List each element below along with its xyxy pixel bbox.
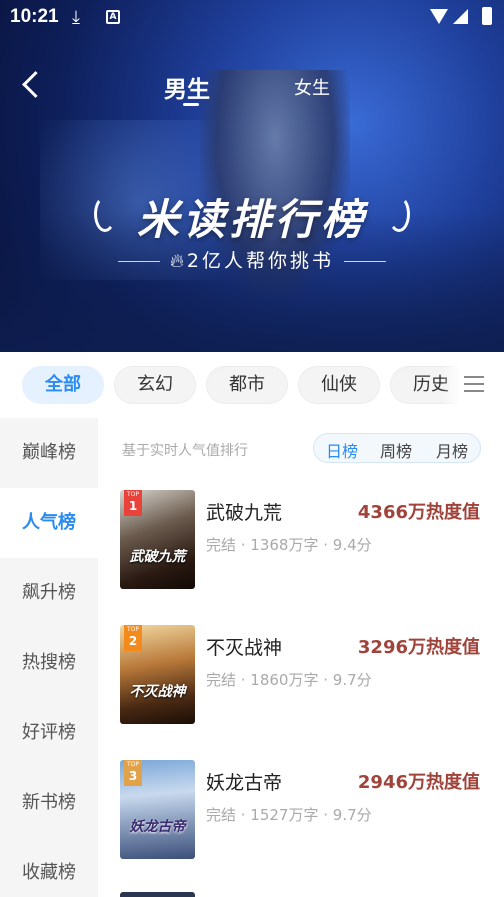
ranking-hint: 基于实时人气值排行 bbox=[122, 443, 248, 459]
subtitle-line-right bbox=[344, 261, 387, 262]
book-heat: 2946万热度值 bbox=[357, 772, 480, 793]
book-cover[interactable]: TOP 3 妖龙古帝 bbox=[120, 760, 195, 859]
book-heat: 3296万热度值 bbox=[357, 637, 480, 658]
back-arrow-icon[interactable] bbox=[18, 70, 46, 100]
sidebar-item-favorites[interactable]: 收藏榜 bbox=[0, 838, 98, 897]
signal-icon bbox=[453, 9, 468, 24]
banner: 10:21 ⤓ A 男生 女生 米读排行榜 🔥︎2亿人帮你挑书 bbox=[0, 0, 504, 352]
book-title[interactable]: 妖龙古帝 bbox=[206, 768, 282, 795]
status-time: 10:21 bbox=[10, 6, 59, 27]
book-meta: 完结 · 1368万字 · 9.4分 bbox=[206, 536, 372, 554]
rank-badge: TOP 1 bbox=[124, 490, 142, 516]
cover-title: 妖龙古帝 bbox=[129, 819, 186, 835]
cover-title: 不灭战神 bbox=[129, 684, 186, 700]
tab-male-underline bbox=[183, 103, 199, 106]
book-cover-peek bbox=[120, 892, 195, 897]
battery-icon bbox=[482, 7, 492, 25]
category-chips: 全部 玄幻 都市 仙侠 历史 bbox=[0, 352, 504, 418]
period-daily[interactable]: 日榜 bbox=[326, 438, 358, 462]
rank-badge: TOP 3 bbox=[124, 760, 142, 786]
book-meta: 完结 · 1527万字 · 9.7分 bbox=[206, 806, 372, 824]
sidebar-item-popular[interactable]: 人气榜 bbox=[0, 488, 98, 558]
rank-badge: TOP 2 bbox=[124, 625, 142, 651]
flame-icon: 🔥︎ bbox=[169, 250, 187, 272]
period-monthly[interactable]: 月榜 bbox=[436, 438, 468, 462]
book-item[interactable]: TOP 1 武破九荒 武破九荒 4366万热度值 完结 · 1368万字 · 9.… bbox=[120, 490, 500, 590]
sidebar-item-top-rated[interactable]: 好评榜 bbox=[0, 698, 98, 768]
sidebar-item-rising[interactable]: 飙升榜 bbox=[0, 558, 98, 628]
period-switch: 日榜 周榜 月榜 bbox=[313, 433, 481, 463]
period-weekly[interactable]: 周榜 bbox=[380, 438, 412, 462]
book-item[interactable]: TOP 3 妖龙古帝 妖龙古帝 2946万热度值 完结 · 1527万字 · 9.… bbox=[120, 760, 500, 860]
notification-a-icon: A bbox=[106, 10, 120, 24]
chip-all[interactable]: 全部 bbox=[22, 366, 104, 404]
menu-icon[interactable] bbox=[464, 376, 484, 392]
book-title[interactable]: 不灭战神 bbox=[206, 633, 282, 660]
book-meta: 完结 · 1860万字 · 9.7分 bbox=[206, 671, 372, 689]
ranking-list: 基于实时人气值排行 日榜 周榜 月榜 TOP 1 武破九荒 武破九荒 4366万热… bbox=[98, 418, 504, 897]
cover-title: 武破九荒 bbox=[129, 549, 186, 565]
book-item[interactable]: TOP 2 不灭战神 不灭战神 3296万热度值 完结 · 1860万字 · 9.… bbox=[120, 625, 500, 725]
book-title[interactable]: 武破九荒 bbox=[206, 498, 282, 525]
book-cover[interactable]: TOP 1 武破九荒 bbox=[120, 490, 195, 589]
sidebar-item-new-books[interactable]: 新书榜 bbox=[0, 768, 98, 838]
book-heat: 4366万热度值 bbox=[357, 502, 480, 523]
ranking-sidebar: 巅峰榜 人气榜 飙升榜 热搜榜 好评榜 新书榜 收藏榜 bbox=[0, 418, 98, 897]
sidebar-item-peak[interactable]: 巅峰榜 bbox=[0, 418, 98, 488]
laurel-right-icon bbox=[388, 196, 410, 232]
tab-female[interactable]: 女生 bbox=[294, 74, 330, 100]
book-cover[interactable]: TOP 2 不灭战神 bbox=[120, 625, 195, 724]
sidebar-item-hot-search[interactable]: 热搜榜 bbox=[0, 628, 98, 698]
banner-subtitle: 2亿人帮你挑书 bbox=[186, 250, 335, 272]
chip-dushi[interactable]: 都市 bbox=[206, 366, 288, 404]
subtitle-line-left bbox=[117, 261, 160, 262]
banner-title: 米读排行榜 bbox=[136, 195, 367, 244]
tab-male[interactable]: 男生 bbox=[164, 70, 210, 104]
chip-xianxia[interactable]: 仙侠 bbox=[298, 366, 380, 404]
wifi-icon bbox=[430, 9, 448, 24]
download-icon: ⤓ bbox=[72, 7, 80, 28]
banner-subtitle-row: 🔥︎2亿人帮你挑书 bbox=[0, 246, 504, 273]
status-bar: 10:21 ⤓ A bbox=[0, 0, 504, 36]
chip-xuanhuan[interactable]: 玄幻 bbox=[114, 366, 196, 404]
